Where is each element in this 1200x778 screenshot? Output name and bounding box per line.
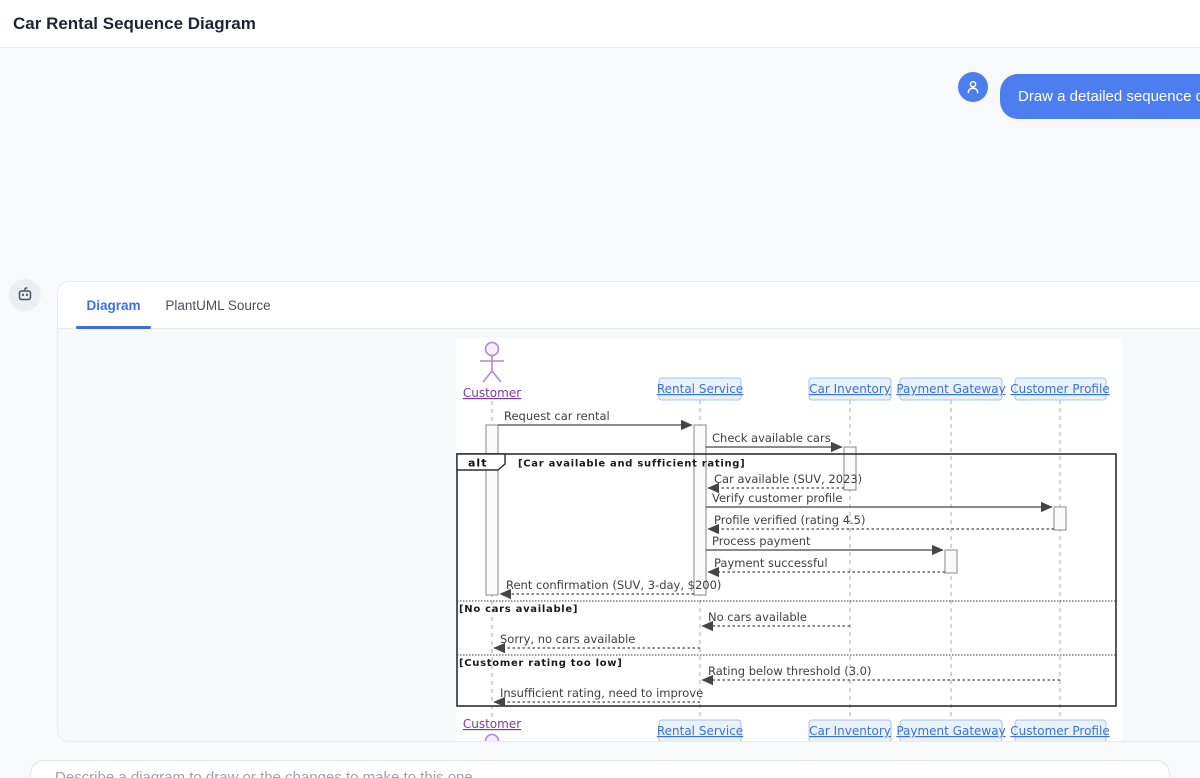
- diagram-panel: Customer Rental Service Car Inventory Pa…: [58, 329, 1200, 742]
- message-labels: Request car rental Check available cars …: [500, 409, 871, 700]
- tab-diagram[interactable]: Diagram: [76, 282, 151, 329]
- tab-bar: Diagram PlantUML Source: [58, 282, 1200, 329]
- page-title: Car Rental Sequence Diagram: [0, 0, 1200, 48]
- participant-customer-profile-top[interactable]: Customer Profile: [1010, 382, 1109, 396]
- alt-guard-no-cars: [No cars available]: [459, 604, 578, 615]
- msg-verify: Verify customer profile: [712, 491, 842, 505]
- page: { "header": { "title": "Car Rental Seque…: [0, 0, 1200, 778]
- msg-car-available: Car available (SUV, 2023): [714, 472, 862, 486]
- diagram-card: Diagram PlantUML Source: [57, 281, 1200, 742]
- msg-insufficient: Insufficient rating, need to improve: [500, 686, 703, 700]
- person-icon: [965, 79, 981, 95]
- sequence-diagram: Customer Rental Service Car Inventory Pa…: [456, 338, 1122, 742]
- chat-input-container: [30, 760, 1170, 778]
- actor-customer-bottom: [486, 735, 499, 743]
- msg-profile-verified: Profile verified (rating 4.5): [714, 513, 865, 527]
- alt-operator-label: alt: [468, 457, 487, 470]
- robot-icon: [16, 286, 34, 304]
- sequence-diagram-image: Customer Rental Service Car Inventory Pa…: [456, 338, 1122, 742]
- actor-customer-label-bottom[interactable]: Customer: [463, 717, 521, 731]
- participant-rental-service-top[interactable]: Rental Service: [657, 382, 743, 396]
- bot-avatar: [9, 279, 41, 311]
- user-message-bubble: Draw a detailed sequence diagram: [1000, 74, 1200, 119]
- alt-guard-available: [Car available and sufficient rating]: [518, 459, 745, 470]
- msg-process-payment: Process payment: [712, 534, 811, 548]
- msg-rating-below: Rating below threshold (3.0): [708, 664, 871, 678]
- participant-car-inventory-bottom[interactable]: Car Inventory: [809, 724, 891, 738]
- msg-payment-success: Payment successful: [714, 556, 828, 570]
- msg-rent-confirmation: Rent confirmation (SUV, 3-day, $200): [506, 578, 721, 592]
- participant-customer-profile-bottom[interactable]: Customer Profile: [1010, 724, 1109, 738]
- participant-car-inventory-top[interactable]: Car Inventory: [809, 382, 891, 396]
- chat-input[interactable]: [31, 761, 1169, 778]
- msg-check: Check available cars: [712, 431, 831, 445]
- actor-customer-label-top[interactable]: Customer: [463, 386, 521, 400]
- msg-no-cars: No cars available: [708, 610, 807, 624]
- app-header: Car Rental Sequence Diagram: [0, 0, 1200, 48]
- participant-payment-gateway-top[interactable]: Payment Gateway: [896, 382, 1005, 396]
- participant-payment-gateway-bottom[interactable]: Payment Gateway: [896, 724, 1005, 738]
- user-avatar: [958, 72, 988, 102]
- alt-guard-low-rating: [Customer rating too low]: [459, 658, 623, 669]
- msg-sorry: Sorry, no cars available: [500, 632, 635, 646]
- tab-plantuml-source[interactable]: PlantUML Source: [158, 282, 278, 329]
- msg-request: Request car rental: [504, 409, 610, 423]
- participant-rental-service-bottom[interactable]: Rental Service: [657, 724, 743, 738]
- actor-customer-top: [480, 343, 504, 383]
